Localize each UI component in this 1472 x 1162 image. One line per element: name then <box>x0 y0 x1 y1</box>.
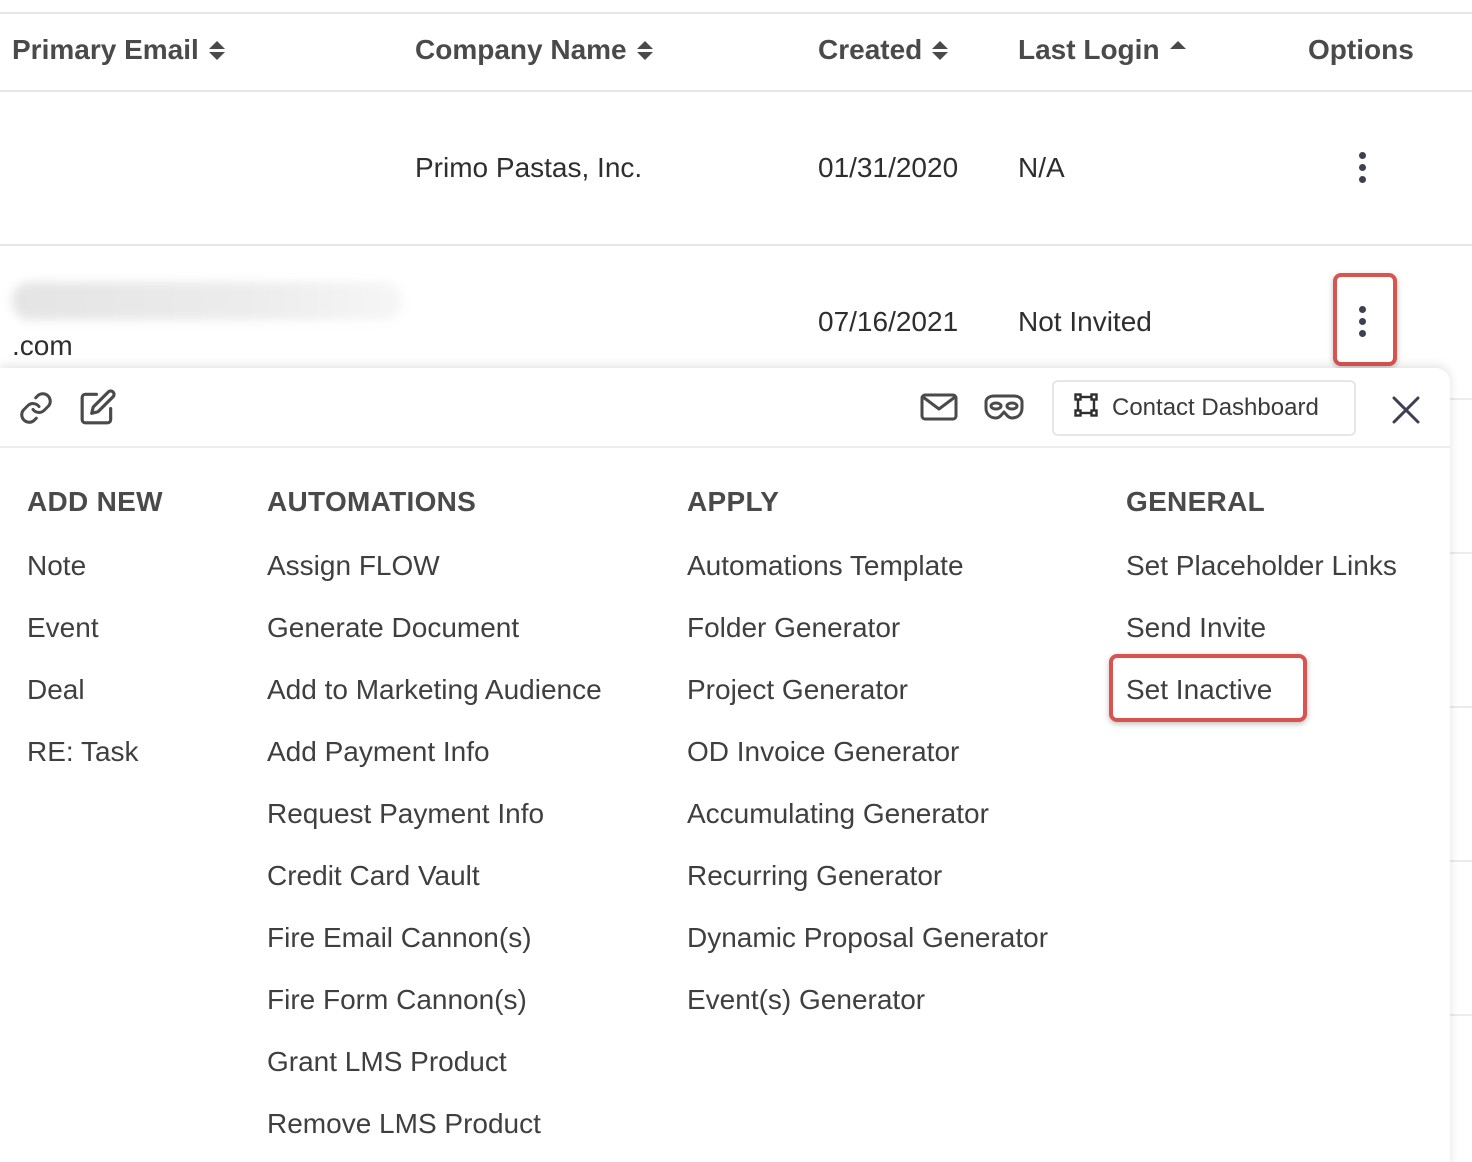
edit-icon[interactable] <box>78 388 118 431</box>
mail-icon[interactable] <box>920 392 958 427</box>
header-divider <box>0 90 1472 92</box>
email-cell: .com <box>12 330 73 361</box>
kebab-highlight-box <box>1333 273 1397 366</box>
menu-item-accumulating-generator[interactable]: Accumulating Generator <box>687 798 989 830</box>
menu-item-note[interactable]: Note <box>27 550 86 582</box>
menu-item-generate-document[interactable]: Generate Document <box>267 612 519 644</box>
sort-icon[interactable] <box>932 40 949 60</box>
column-header-last-login[interactable]: Last Login <box>1018 34 1186 66</box>
sort-icon[interactable] <box>208 40 225 60</box>
menu-item-re-task[interactable]: RE: Task <box>27 736 139 768</box>
menu-item-add-payment-info[interactable]: Add Payment Info <box>267 736 490 768</box>
menu-item-od-invoice-generator[interactable]: OD Invoice Generator <box>687 736 959 768</box>
column-header-label: Company Name <box>415 34 627 65</box>
mask-icon[interactable] <box>982 392 1026 427</box>
menu-item-fire-email-cannons[interactable]: Fire Email Cannon(s) <box>267 922 532 954</box>
section-title-apply: APPLY <box>687 486 780 517</box>
menu-item-events-generator[interactable]: Event(s) Generator <box>687 984 925 1016</box>
link-icon[interactable] <box>18 390 54 431</box>
menu-item-credit-card-vault[interactable]: Credit Card Vault <box>267 860 480 892</box>
menu-item-send-invite[interactable]: Send Invite <box>1126 612 1266 644</box>
menu-item-dynamic-proposal-generator[interactable]: Dynamic Proposal Generator <box>687 922 1048 954</box>
created-date-cell: 07/16/2021 <box>818 306 959 337</box>
company-name-cell: Primo Pastas, Inc. <box>415 152 643 183</box>
panel-toolbar-divider <box>0 446 1450 448</box>
menu-item-recurring-generator[interactable]: Recurring Generator <box>687 860 942 892</box>
column-header-label: Last Login <box>1018 34 1160 65</box>
contact-dashboard-button[interactable]: Contact Dashboard <box>1052 380 1356 436</box>
column-header-company-name[interactable]: Company Name <box>415 34 653 66</box>
menu-item-set-placeholder-links[interactable]: Set Placeholder Links <box>1126 550 1397 582</box>
column-header-label: Options <box>1308 34 1414 65</box>
contact-dashboard-label: Contact Dashboard <box>1112 394 1319 421</box>
menu-item-project-generator[interactable]: Project Generator <box>687 674 908 706</box>
section-title-add-new: ADD NEW <box>27 486 163 517</box>
column-header-options: Options <box>1308 34 1414 66</box>
column-header-label: Primary Email <box>12 34 199 65</box>
menu-item-event[interactable]: Event <box>27 612 99 644</box>
section-title-general: GENERAL <box>1126 486 1265 517</box>
last-login-cell: N/A <box>1018 152 1065 183</box>
table-top-border <box>0 12 1472 14</box>
menu-item-add-to-marketing-audience[interactable]: Add to Marketing Audience <box>267 674 602 706</box>
section-title-automations: AUTOMATIONS <box>267 486 477 517</box>
menu-item-automations-template[interactable]: Automations Template <box>687 550 964 582</box>
last-login-cell: Not Invited <box>1018 306 1152 337</box>
column-header-primary-email[interactable]: Primary Email <box>12 34 225 66</box>
menu-item-deal[interactable]: Deal <box>27 674 85 706</box>
menu-item-grant-lms-product[interactable]: Grant LMS Product <box>267 1046 507 1078</box>
redacted-email <box>12 282 402 320</box>
sort-asc-icon[interactable] <box>1169 41 1186 49</box>
row-divider <box>0 244 1472 246</box>
menu-item-assign-flow[interactable]: Assign FLOW <box>267 550 440 582</box>
column-header-label: Created <box>818 34 923 65</box>
dashboard-icon <box>1074 392 1098 424</box>
menu-item-request-payment-info[interactable]: Request Payment Info <box>267 798 544 830</box>
close-icon[interactable] <box>1390 394 1422 431</box>
menu-item-folder-generator[interactable]: Folder Generator <box>687 612 900 644</box>
menu-item-fire-form-cannons[interactable]: Fire Form Cannon(s) <box>267 984 527 1016</box>
set-inactive-highlight-box <box>1109 654 1307 722</box>
menu-item-remove-lms-product[interactable]: Remove LMS Product <box>267 1108 541 1140</box>
column-header-created[interactable]: Created <box>818 34 949 66</box>
created-date-cell: 01/31/2020 <box>818 152 959 183</box>
sort-icon[interactable] <box>636 40 653 60</box>
row-options-kebab-icon[interactable] <box>1357 152 1367 183</box>
